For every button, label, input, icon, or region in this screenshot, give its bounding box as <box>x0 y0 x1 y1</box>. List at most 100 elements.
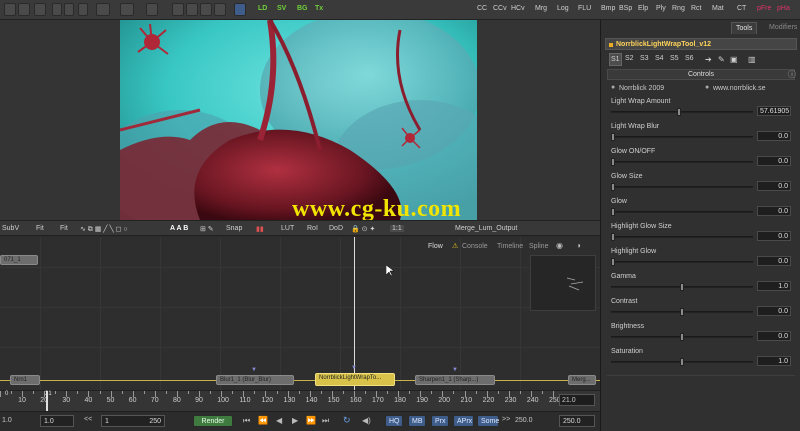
toolbar-elp[interactable]: Elp <box>638 5 648 12</box>
mb-toggle[interactable]: MB <box>408 415 426 427</box>
tools-icon[interactable] <box>146 3 158 16</box>
toolbar-sv[interactable]: SV <box>277 5 286 12</box>
slider-handle[interactable] <box>677 108 681 116</box>
hq-toggle[interactable]: HQ <box>385 415 403 427</box>
go-start-icon[interactable]: ⏮ <box>243 416 250 426</box>
save-preset-icon[interactable]: ▣ <box>729 53 739 66</box>
toolbar-bsp[interactable]: BSp <box>619 5 632 12</box>
toolbar-ccv[interactable]: CCv <box>493 5 507 12</box>
pick-icon[interactable]: ✎ <box>717 53 726 66</box>
tab-spline[interactable]: Spline <box>529 243 548 250</box>
info-icon[interactable]: ⓘ <box>788 69 796 80</box>
toolbar-ply[interactable]: Ply <box>656 5 666 12</box>
settings-icon[interactable]: ◉ <box>556 241 563 250</box>
audio-icon[interactable]: ◀) <box>362 416 371 425</box>
aprx-toggle[interactable]: APrx <box>453 415 474 427</box>
script-icon[interactable] <box>234 3 246 16</box>
control-value-field[interactable]: 57.61905 <box>757 106 791 116</box>
step-forward-icon[interactable]: ⏩ <box>306 416 316 425</box>
toolbar-rng[interactable]: Rng <box>672 5 685 12</box>
control-value-field[interactable]: 0.0 <box>757 206 791 216</box>
layout-2-icon[interactable] <box>186 3 198 16</box>
tab-s3[interactable]: S3 <box>639 53 650 64</box>
slider-handle[interactable] <box>680 358 684 366</box>
toolbar-ld[interactable]: LD <box>258 5 267 12</box>
render-button[interactable]: Render <box>193 415 233 427</box>
draw-tools-icon[interactable]: ∿ ⧉ ▦ ╱ ╲ ◻ ○ <box>80 225 128 234</box>
node-merge[interactable]: Merg... <box>568 375 596 385</box>
layout-4-icon[interactable] <box>214 3 226 16</box>
control-value-field[interactable]: 1.0 <box>757 356 791 366</box>
toolbar-mrg[interactable]: Mrg <box>535 5 547 12</box>
lock-icon[interactable]: 🔒 ⊙ ✦ <box>351 225 375 233</box>
slider-handle[interactable] <box>611 233 615 241</box>
subv-button[interactable]: SubV <box>2 225 19 232</box>
node-a[interactable]: Nrn1 <box>10 375 40 385</box>
render-start-field[interactable]: 1.0 <box>40 415 74 427</box>
layout-3-icon[interactable] <box>200 3 212 16</box>
node-lightwrap[interactable]: NorrblickLightWrapTo... <box>315 373 395 386</box>
color-channel-icon[interactable]: ▮▮ <box>256 225 264 233</box>
control-value-field[interactable]: 1.0 <box>757 281 791 291</box>
control-slider[interactable] <box>611 258 753 266</box>
control-slider[interactable] <box>611 158 753 166</box>
slider-handle[interactable] <box>680 283 684 291</box>
roi-button[interactable]: RoI <box>307 225 318 232</box>
toolbar-flu[interactable]: FLU <box>578 5 591 12</box>
control-slider[interactable] <box>611 233 753 241</box>
rewind-icon[interactable]: << <box>84 416 92 423</box>
tab-timeline[interactable]: Timeline <box>497 243 523 250</box>
lut-button[interactable]: LUT <box>281 225 294 232</box>
range-field[interactable]: 1 250 <box>101 415 165 427</box>
slider-handle[interactable] <box>680 308 684 316</box>
some-toggle[interactable]: Some <box>477 415 499 427</box>
redo-icon[interactable] <box>120 3 134 16</box>
control-value-field[interactable]: 0.0 <box>757 231 791 241</box>
control-slider[interactable] <box>611 358 753 366</box>
brush-icon[interactable]: ⊞ ✎ <box>200 225 214 233</box>
tab-tools[interactable]: Tools <box>731 22 758 34</box>
toolbar-ct[interactable]: CT <box>737 5 746 12</box>
tab-s4[interactable]: S4 <box>654 53 665 64</box>
ratio-button[interactable]: 1:1 <box>390 225 404 232</box>
slider-handle[interactable] <box>680 333 684 341</box>
control-value-field[interactable]: 0.0 <box>757 306 791 316</box>
snap-button[interactable]: Snap <box>226 225 242 232</box>
layout-1-icon[interactable] <box>172 3 184 16</box>
control-slider[interactable] <box>611 308 753 316</box>
slider-handle[interactable] <box>611 183 615 191</box>
toolbar-pha[interactable]: pHa <box>777 5 790 12</box>
control-slider[interactable] <box>611 208 753 216</box>
loop-icon[interactable]: ↻ <box>343 415 351 426</box>
control-value-field[interactable]: 0.0 <box>757 331 791 341</box>
global-end-field[interactable]: 250.0 <box>559 415 595 427</box>
tab-s5[interactable]: S5 <box>669 53 680 64</box>
node-loader[interactable]: 071_1 <box>0 255 38 265</box>
current-frame-field[interactable]: 21.0 <box>559 394 595 406</box>
fit-button-2[interactable]: Fit <box>60 225 68 232</box>
flow-view[interactable]: Flow ⚠ Console Timeline Spline ◉ ◑ 071_1… <box>0 237 600 390</box>
arrow-icon[interactable]: ➔ <box>704 53 713 66</box>
control-slider[interactable] <box>611 333 753 341</box>
node-sharpen[interactable]: Sharpen1_1 (Sharp...) <box>415 375 495 385</box>
slider-handle[interactable] <box>611 133 615 141</box>
toolbar-hcv[interactable]: HCv <box>511 5 525 12</box>
save-icon[interactable] <box>34 3 46 16</box>
tab-s6[interactable]: S6 <box>684 53 695 64</box>
slider-handle[interactable] <box>611 158 615 166</box>
cut-icon[interactable] <box>52 3 62 16</box>
step-back-icon[interactable]: ⏪ <box>258 416 268 425</box>
slider-handle[interactable] <box>611 258 615 266</box>
control-value-field[interactable]: 0.0 <box>757 131 791 141</box>
tool-header[interactable]: NorrblickLightWrapTool_v12 <box>605 38 797 50</box>
options-icon[interactable]: ▥ <box>747 53 757 66</box>
control-slider[interactable] <box>611 283 753 291</box>
tab-s1[interactable]: S1 <box>609 53 622 66</box>
flow-navigator[interactable] <box>530 255 596 311</box>
play-reverse-icon[interactable]: ◀ <box>276 416 282 425</box>
controls-header[interactable]: Controls <box>607 69 795 80</box>
play-icon[interactable]: ▶ <box>292 416 298 425</box>
new-icon[interactable] <box>4 3 16 16</box>
tab-console[interactable]: Console <box>462 243 488 250</box>
slider-handle[interactable] <box>611 208 615 216</box>
